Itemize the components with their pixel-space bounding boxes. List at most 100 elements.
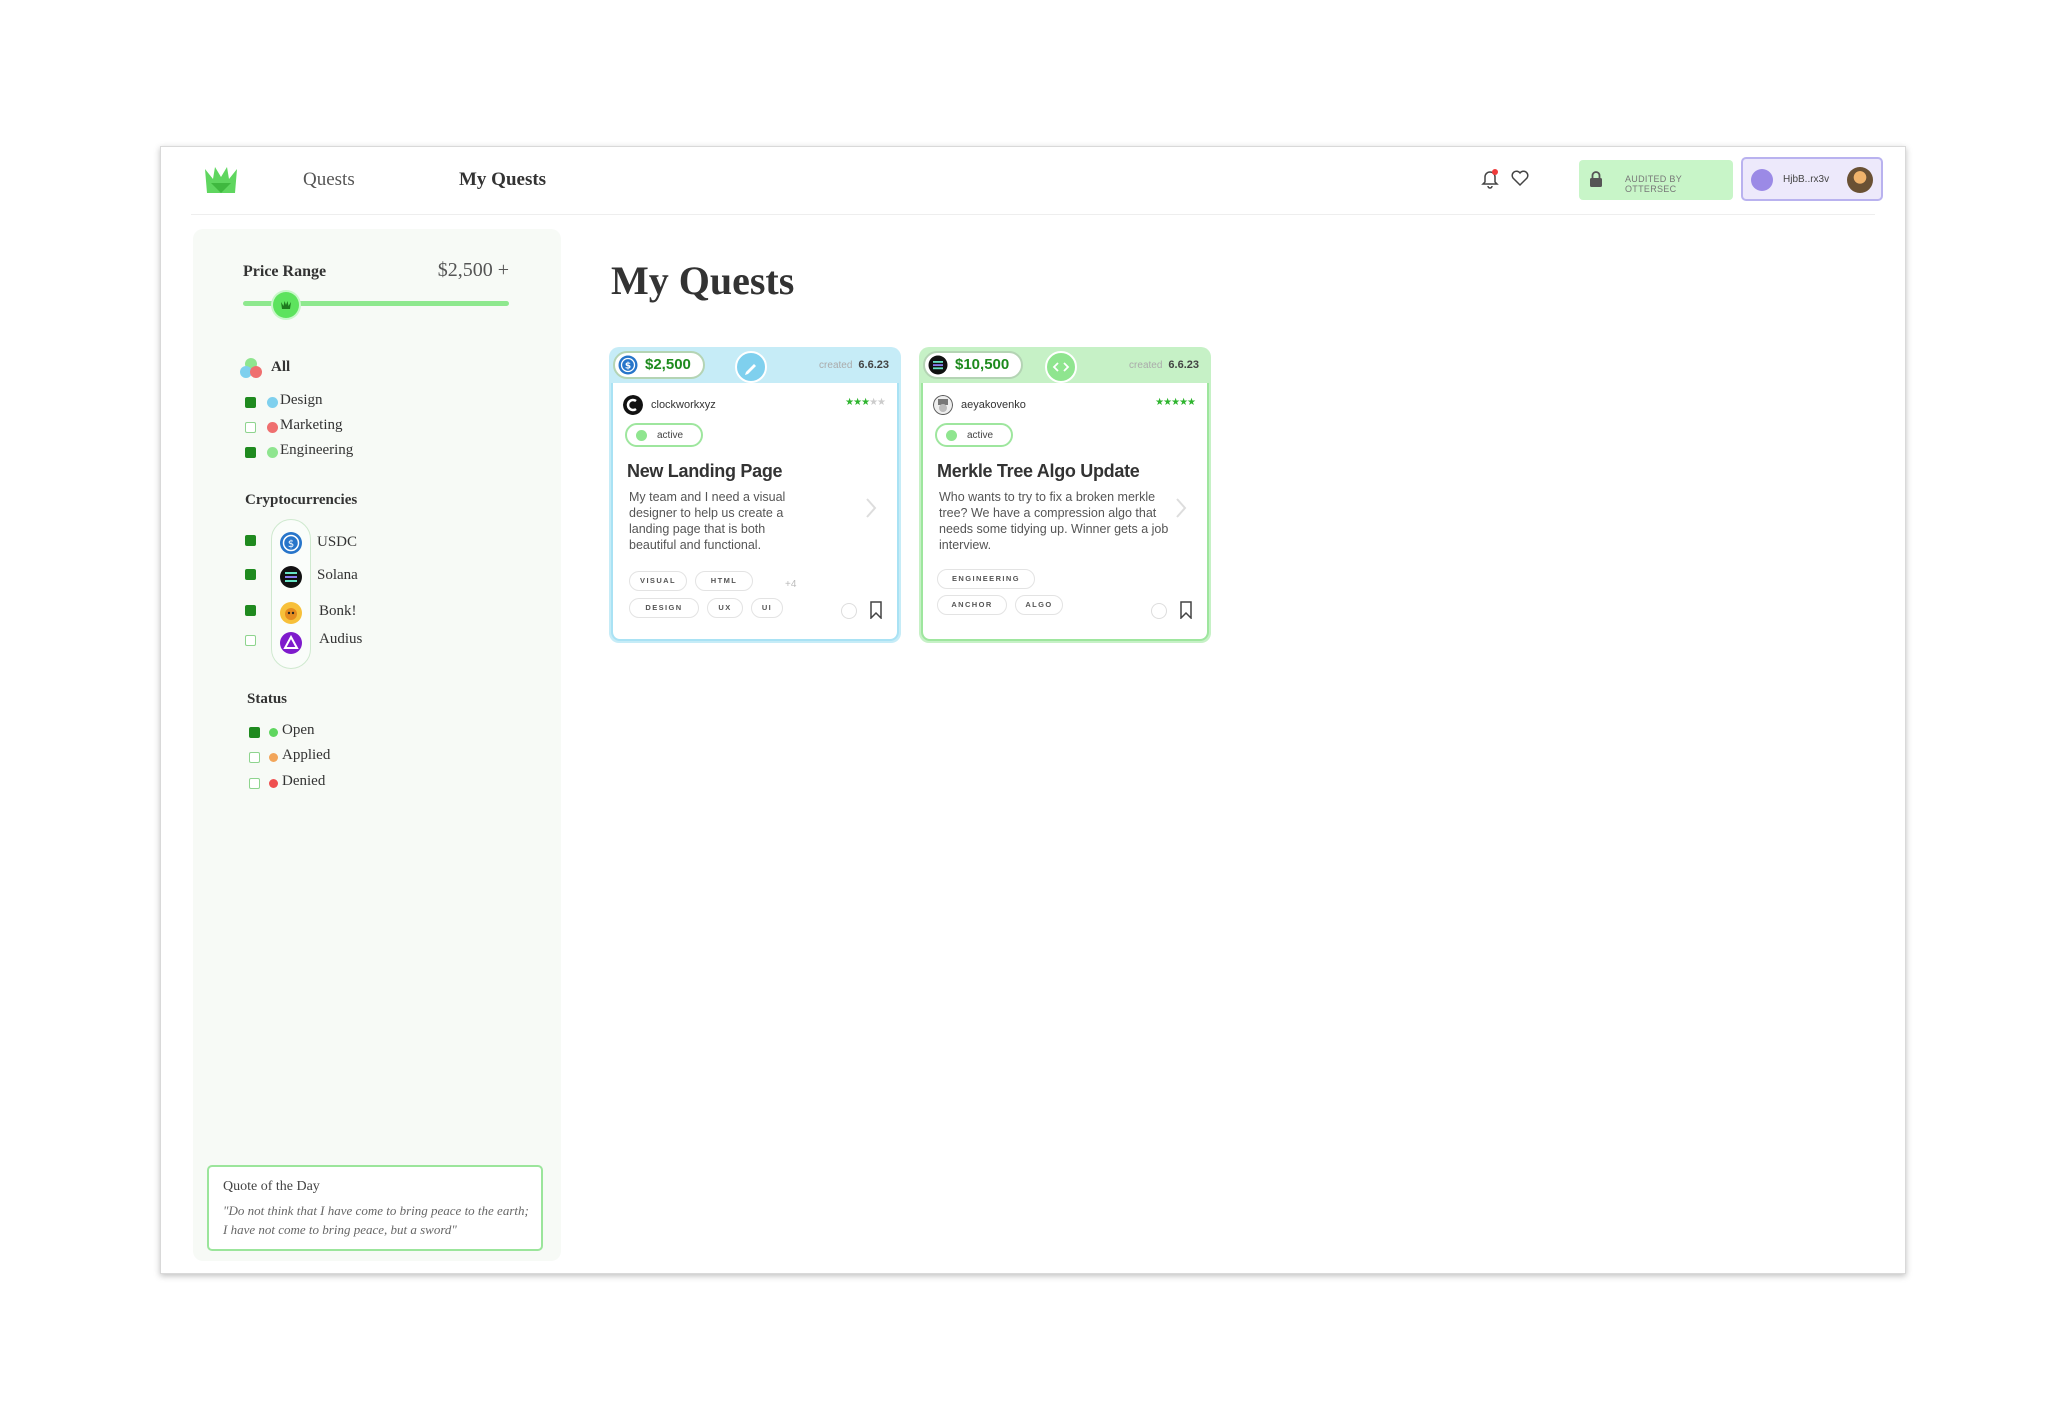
crypto-usdc-label[interactable]: USDC: [317, 534, 357, 551]
heart-icon[interactable]: [1509, 167, 1531, 189]
category-engineering-checkbox[interactable]: [245, 447, 256, 458]
svg-text:$: $: [625, 362, 631, 372]
price-range-value: $2,500 +: [437, 259, 509, 281]
tag[interactable]: VISUAL: [629, 571, 687, 591]
quote-text: "Do not think that I have come to bring …: [223, 1203, 529, 1237]
tag[interactable]: UX: [707, 598, 743, 618]
design-category-badge: [735, 351, 767, 383]
svg-text:$: $: [288, 539, 294, 550]
price-badge: $10,500: [923, 351, 1024, 379]
filter-sidebar: Price Range $2,500 + All Design Marketin…: [193, 229, 561, 1261]
page-title: My Quests: [611, 258, 795, 303]
category-design-checkbox[interactable]: [245, 397, 256, 408]
chevron-right-icon[interactable]: [1175, 497, 1187, 519]
category-all-label[interactable]: All: [271, 359, 290, 376]
author-name[interactable]: aeyakovenko: [961, 399, 1026, 411]
wallet-icon: [1751, 169, 1773, 191]
created-date: created 6.6.23: [819, 359, 889, 371]
solana-icon: [928, 355, 948, 375]
price-slider-handle[interactable]: [272, 292, 299, 318]
solana-icon: [280, 566, 302, 588]
design-dot: [267, 397, 278, 408]
status-badge: active: [625, 423, 703, 447]
code-icon: [1052, 362, 1070, 372]
denied-dot: [269, 779, 278, 788]
bookmark-icon[interactable]: [1179, 601, 1193, 619]
crypto-audius-label[interactable]: Audius: [319, 631, 362, 648]
clock-icon: [841, 603, 857, 619]
category-marketing-checkbox[interactable]: [245, 422, 256, 433]
crypto-usdc-checkbox[interactable]: [245, 535, 256, 546]
price-badge: $ $2,500: [613, 351, 705, 379]
category-marketing-label[interactable]: Marketing: [280, 417, 342, 434]
status-applied-label[interactable]: Applied: [282, 747, 330, 764]
status-dot: [636, 430, 647, 441]
usdc-icon: $: [280, 532, 302, 554]
card-title[interactable]: New Landing Page: [627, 461, 783, 482]
status-applied-checkbox[interactable]: [249, 752, 260, 763]
status-open-checkbox[interactable]: [249, 727, 260, 738]
audius-icon: [280, 632, 302, 654]
crypto-audius-checkbox[interactable]: [245, 635, 256, 646]
rating-stars: ★★★★★: [845, 397, 886, 408]
all-categories-icon: [240, 358, 262, 378]
applied-dot: [269, 753, 278, 762]
engineering-category-badge: [1045, 351, 1077, 383]
tag[interactable]: ALGO: [1015, 595, 1063, 615]
tag[interactable]: HTML: [695, 571, 753, 591]
tag[interactable]: DESIGN: [629, 598, 699, 618]
lock-icon: [1590, 171, 1602, 187]
marketing-dot: [267, 422, 278, 433]
pencil-icon: [745, 364, 756, 375]
wallet-button[interactable]: HjbB..rx3v: [1741, 157, 1883, 201]
audit-label: AUDITED BY OTTERSEC: [1625, 174, 1682, 194]
tag[interactable]: ANCHOR: [937, 595, 1007, 615]
category-engineering-label[interactable]: Engineering: [280, 442, 353, 459]
engineering-dot: [267, 447, 278, 458]
status-title: Status: [247, 691, 288, 707]
crypto-bonk-checkbox[interactable]: [245, 605, 256, 616]
cryptocurrencies-title: Cryptocurrencies: [245, 492, 358, 508]
crypto-bonk-label[interactable]: Bonk!: [319, 603, 357, 620]
more-tags-count[interactable]: +4: [785, 579, 796, 590]
bell-icon[interactable]: [1479, 167, 1501, 189]
rating-stars: ★★★★★: [1155, 397, 1196, 408]
author-name[interactable]: clockworkxyz: [651, 399, 716, 411]
card-body: aeyakovenko ★★★★★ active Merkle Tree Alg…: [921, 383, 1209, 641]
status-denied-checkbox[interactable]: [249, 778, 260, 789]
usdc-icon: $: [618, 355, 638, 375]
status-dot: [946, 430, 957, 441]
card-body: clockworkxyz ★★★★★ active New Landing Pa…: [611, 383, 899, 641]
status-open-label[interactable]: Open: [282, 722, 315, 739]
tag[interactable]: ENGINEERING: [937, 569, 1035, 589]
quote-title: Quote of the Day: [223, 1179, 320, 1194]
status-badge: active: [935, 423, 1013, 447]
audit-badge: AUDITED BY OTTERSEC: [1579, 160, 1733, 200]
bonk-icon: [280, 602, 302, 624]
quest-card[interactable]: $10,500 created 6.6.23 aeyakovenko ★★★★★ …: [919, 347, 1211, 643]
top-navigation: Quests My Quests AUDITED BY OTTERSEC Hjb…: [191, 147, 1883, 215]
chevron-right-icon[interactable]: [865, 497, 877, 519]
app-window: Quests My Quests AUDITED BY OTTERSEC Hjb…: [160, 146, 1906, 1274]
bookmark-icon[interactable]: [869, 601, 883, 619]
tag[interactable]: UI: [751, 598, 783, 618]
crypto-solana-label[interactable]: Solana: [317, 567, 358, 584]
category-design-label[interactable]: Design: [280, 392, 323, 409]
card-title[interactable]: Merkle Tree Algo Update: [937, 461, 1140, 482]
card-description: Who wants to try to fix a broken merkle …: [939, 490, 1169, 552]
card-description: My team and I need a visual designer to …: [629, 490, 786, 552]
quote-of-the-day: Quote of the Day "Do not think that I ha…: [207, 1165, 543, 1251]
created-date: created 6.6.23: [1129, 359, 1199, 371]
status-denied-label[interactable]: Denied: [282, 773, 325, 790]
nav-my-quests-link[interactable]: My Quests: [459, 169, 546, 191]
open-dot: [269, 728, 278, 737]
crown-icon: [280, 301, 291, 309]
crypto-solana-checkbox[interactable]: [245, 569, 256, 580]
user-avatar[interactable]: [1847, 167, 1873, 193]
quest-card[interactable]: $ $2,500 created 6.6.23 clockworkxyz ★★★★…: [609, 347, 901, 643]
clock-icon: [1151, 603, 1167, 619]
crown-logo-icon[interactable]: [203, 163, 239, 197]
nav-quests-link[interactable]: Quests: [303, 169, 355, 191]
author-avatar: [623, 395, 643, 415]
price-value: $10,500: [955, 356, 1010, 373]
